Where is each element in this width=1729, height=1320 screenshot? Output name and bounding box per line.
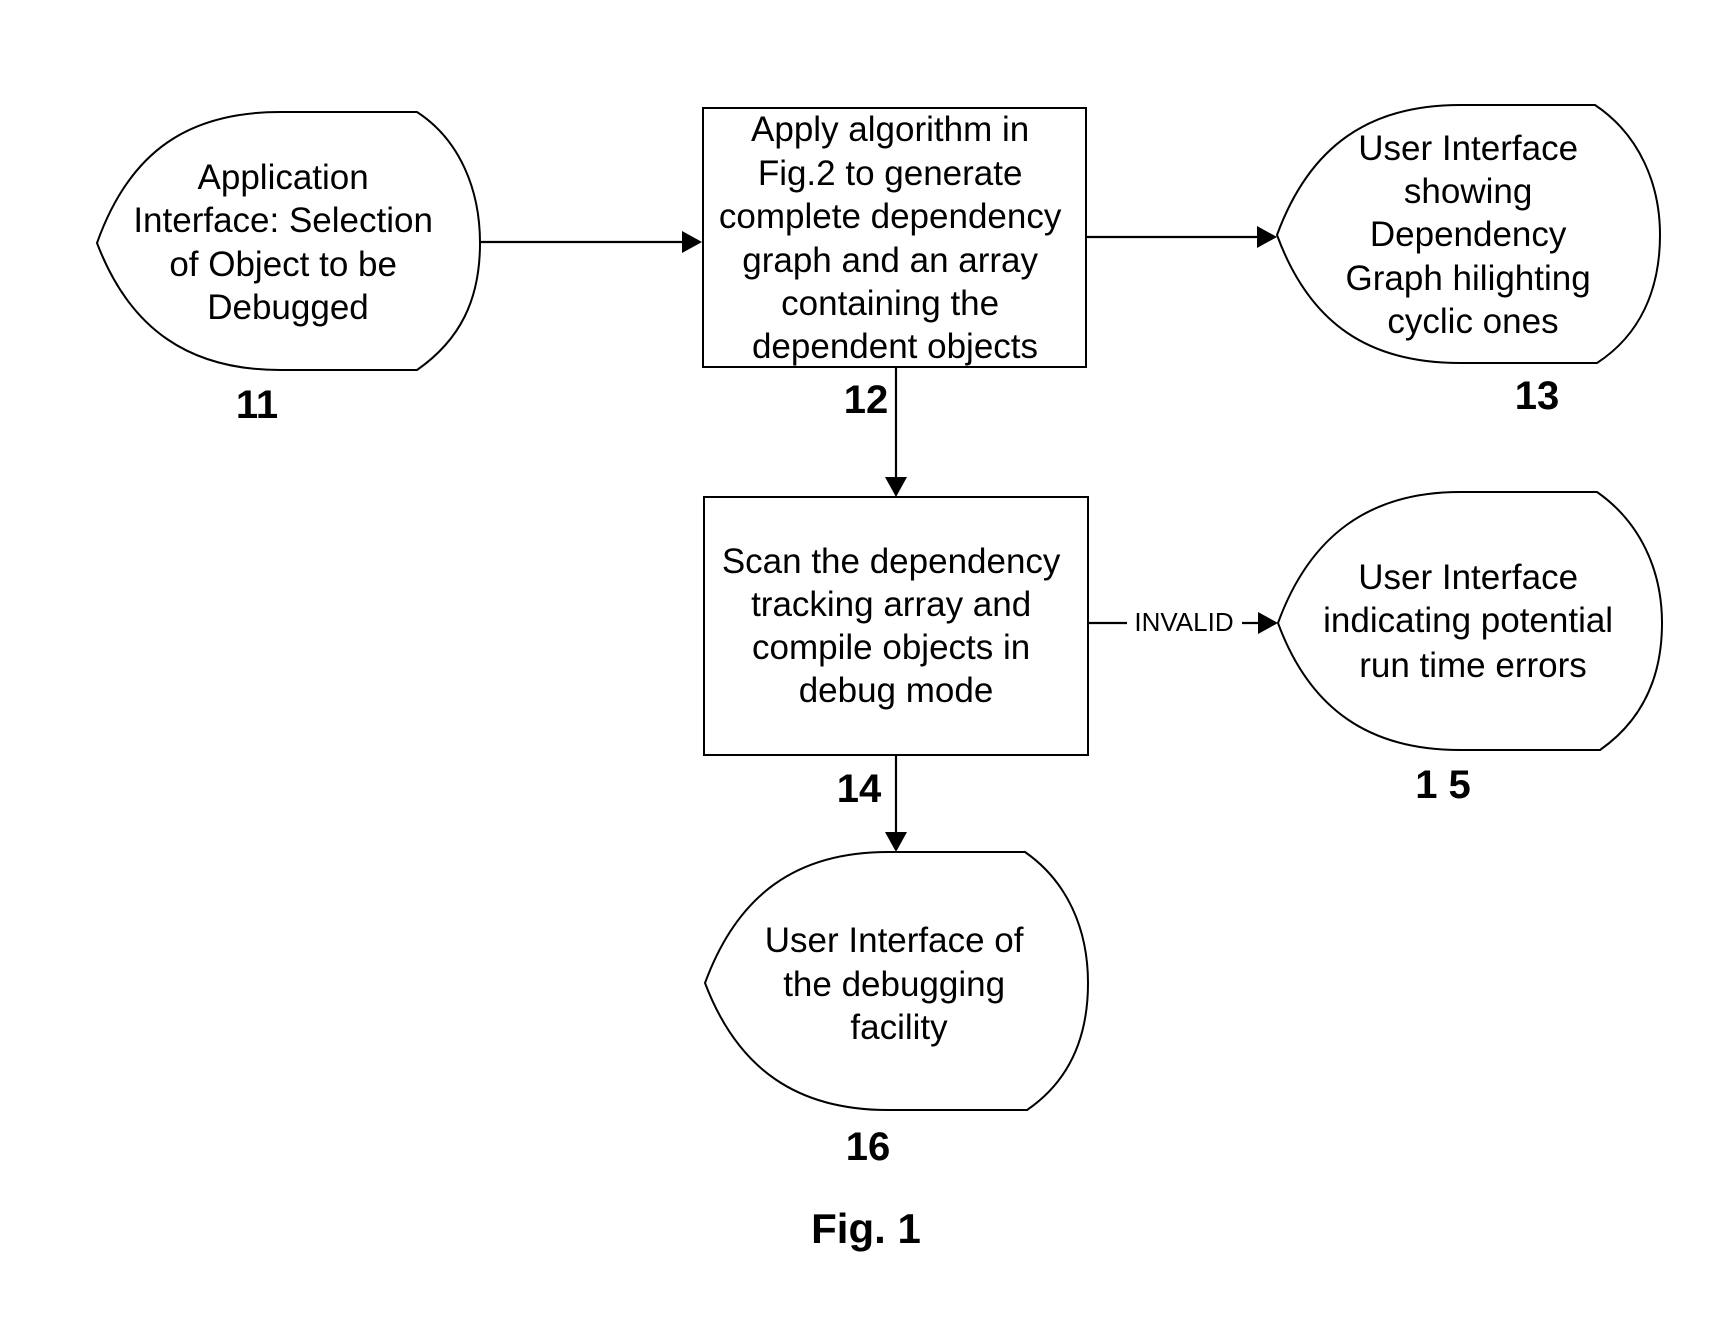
edge-14-to-15-invalid: INVALID (1088, 607, 1278, 637)
node-13-dependency-graph-ui: User Interface showing Dependency Graph … (1275, 104, 1662, 418)
reference-number: 13 (1515, 374, 1560, 418)
edge-14-to-16 (885, 756, 907, 852)
node-15-runtime-errors-ui: User Interface indicating potential run … (1276, 491, 1664, 807)
reference-number: 12 (844, 378, 889, 422)
edge-12-to-13 (1086, 226, 1277, 248)
arrowhead-icon (1258, 612, 1278, 634)
display-shape (95, 111, 482, 371)
edge-12-to-14 (885, 367, 907, 497)
node-12-apply-algorithm: Apply algorithm in Fig.2 to generate com… (702, 107, 1087, 422)
edge-11-to-12 (480, 231, 702, 253)
process-box (703, 496, 1089, 756)
reference-number: 14 (837, 767, 882, 811)
arrowhead-icon (885, 832, 907, 852)
node-text: User Interface indicating potential run … (1323, 558, 1623, 685)
arrowhead-icon (1257, 226, 1277, 248)
node-16-debugging-facility-ui: User Interface of the debugging facility… (703, 851, 1090, 1169)
edge-label-invalid: INVALID (1134, 607, 1233, 637)
reference-number: 1 5 (1415, 763, 1471, 807)
figure-caption: Fig. 1 (811, 1205, 921, 1252)
arrowhead-icon (885, 477, 907, 497)
arrowhead-icon (682, 231, 702, 253)
reference-number: 11 (236, 383, 278, 427)
node-11-application-interface: Application Interface: Selection of Obje… (95, 111, 482, 427)
flowchart-diagram: INVALID Application Interface: Selection… (95, 104, 1664, 1252)
reference-number: 16 (846, 1125, 891, 1169)
